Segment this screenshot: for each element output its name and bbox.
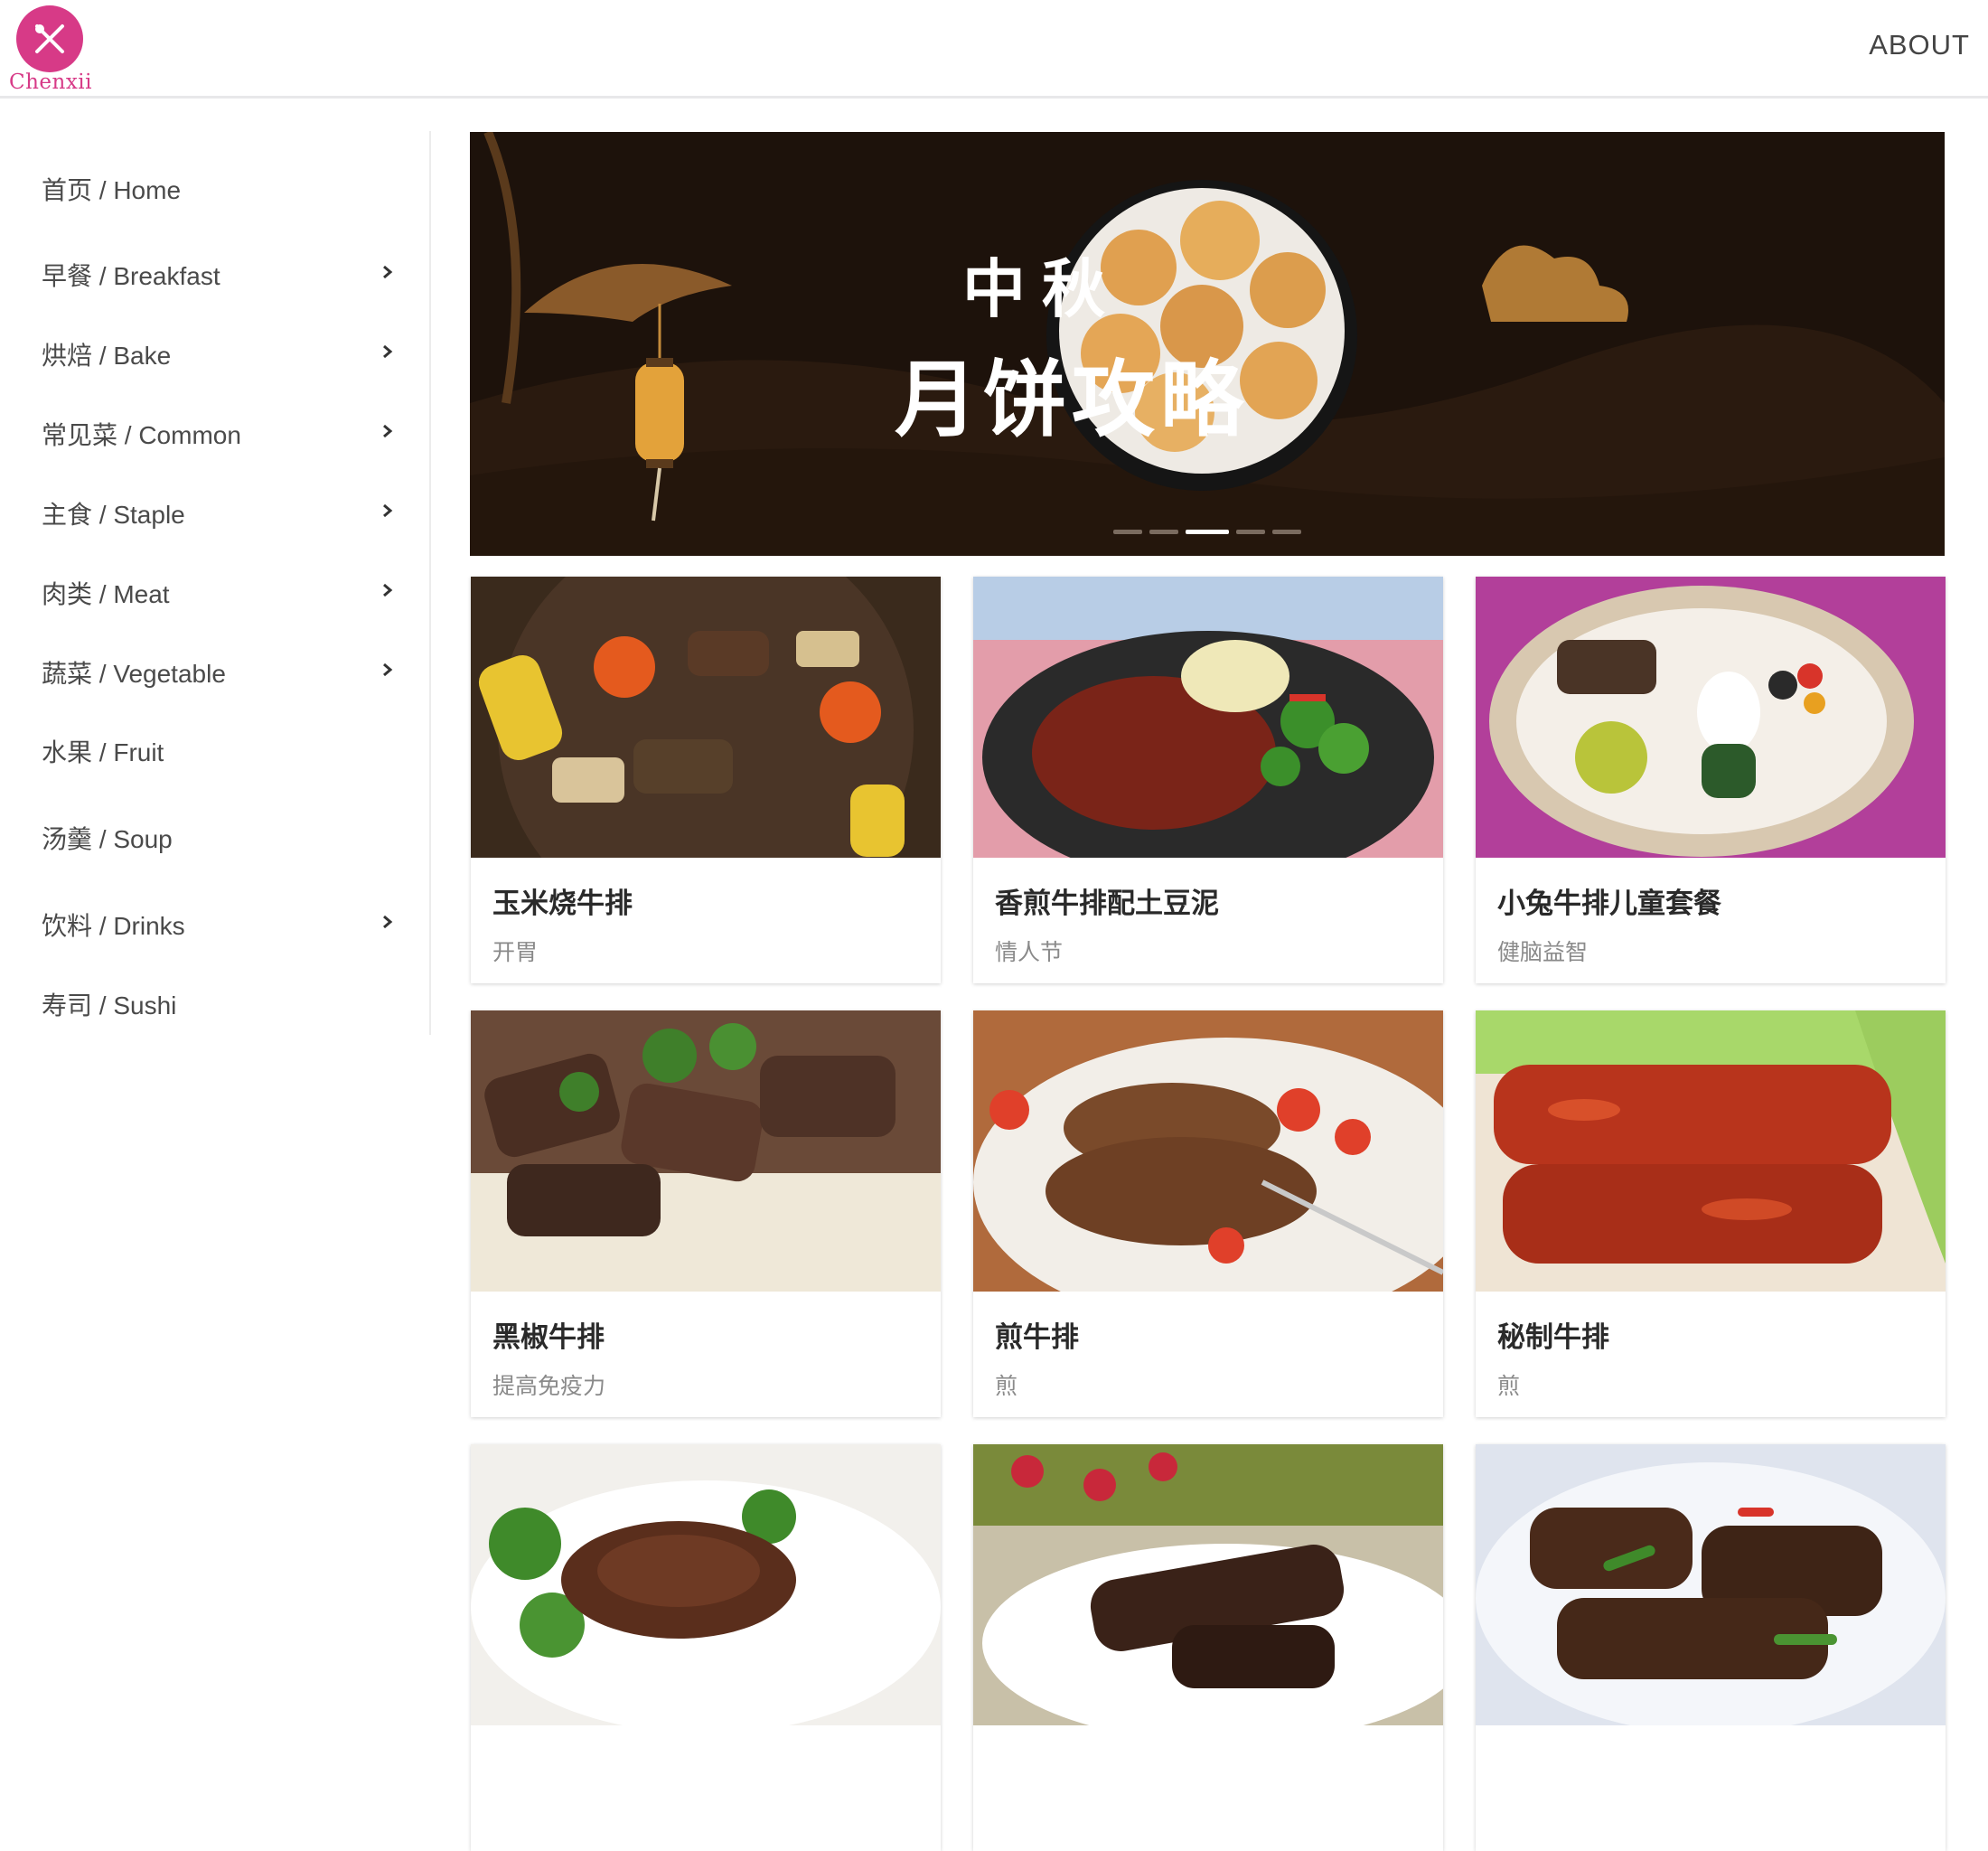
recipe-tag: 健脑益智 bbox=[1497, 940, 1589, 965]
logo-text: Chenxii bbox=[9, 70, 93, 94]
carousel-dot[interactable] bbox=[1272, 530, 1301, 534]
sidebar-item-label: 烘焙 / Bake bbox=[42, 342, 172, 370]
sidebar-item-label: 汤羹 / Soup bbox=[42, 825, 173, 853]
recipe-title: 黑椒牛排 bbox=[492, 1321, 605, 1353]
top-bar: Chenxii ABOUT bbox=[0, 0, 1988, 99]
recipe-image bbox=[973, 1444, 1443, 1725]
recipe-card[interactable]: 秘制牛排 煎 bbox=[1476, 1010, 1946, 1417]
sidebar-item-sushi[interactable]: 寿司 / Sushi bbox=[0, 973, 429, 1028]
sidebar-item-vegetable[interactable]: 蔬菜 / Vegetable bbox=[0, 642, 429, 696]
recipe-image bbox=[471, 1444, 941, 1725]
chevron-right-icon bbox=[383, 265, 393, 279]
sidebar-item-bake[interactable]: 烘焙 / Bake bbox=[0, 324, 429, 378]
recipe-card[interactable]: 黑椒牛排 提高免疫力 bbox=[471, 1010, 941, 1417]
recipe-card[interactable] bbox=[1476, 1444, 1946, 1851]
recipe-image bbox=[973, 577, 1443, 858]
carousel-dot[interactable] bbox=[1113, 530, 1142, 534]
sidebar-item-home[interactable]: 首页 / Home bbox=[0, 158, 429, 212]
banner-title-line1: 中秋 bbox=[962, 252, 1121, 326]
recipe-image bbox=[471, 1010, 941, 1292]
chevron-right-icon bbox=[383, 662, 393, 677]
recipe-card[interactable] bbox=[471, 1444, 941, 1851]
carousel-dot[interactable] bbox=[1236, 530, 1265, 534]
sidebar-item-label: 首页 / Home bbox=[42, 176, 182, 204]
recipe-tag: 提高免疫力 bbox=[492, 1374, 606, 1399]
recipe-tag: 情人节 bbox=[995, 940, 1064, 965]
sidebar-item-meat[interactable]: 肉类 / Meat bbox=[0, 562, 429, 616]
sidebar-item-staple[interactable]: 主食 / Staple bbox=[0, 483, 429, 537]
sidebar-item-label: 常见菜 / Common bbox=[42, 421, 241, 449]
recipe-image bbox=[1476, 1444, 1946, 1725]
recipe-tag: 煎 bbox=[995, 1374, 1018, 1399]
recipe-card[interactable]: 煎牛排 煎 bbox=[973, 1010, 1443, 1417]
sidebar-item-label: 寿司 / Sushi bbox=[42, 991, 177, 1019]
recipe-image bbox=[1476, 1010, 1946, 1292]
recipe-card[interactable]: 香煎牛排配土豆泥 情人节 bbox=[973, 577, 1443, 983]
chevron-right-icon bbox=[383, 503, 393, 518]
chevron-right-icon bbox=[383, 915, 393, 929]
logo[interactable]: Chenxii bbox=[9, 5, 117, 94]
recipe-card[interactable] bbox=[973, 1444, 1443, 1851]
sidebar-item-label: 水果 / Fruit bbox=[42, 738, 164, 766]
sidebar-item-common[interactable]: 常见菜 / Common bbox=[0, 403, 429, 457]
recipe-title: 玉米烧牛排 bbox=[492, 888, 633, 919]
sidebar-item-label: 饮料 / Drinks bbox=[42, 912, 185, 940]
sidebar-item-soup[interactable]: 汤羹 / Soup bbox=[0, 807, 429, 861]
sidebar-item-breakfast[interactable]: 早餐 / Breakfast bbox=[0, 244, 429, 298]
recipe-title: 小兔牛排儿童套餐 bbox=[1497, 888, 1721, 919]
recipe-card[interactable]: 小兔牛排儿童套餐 健脑益智 bbox=[1476, 577, 1946, 983]
sidebar-item-label: 主食 / Staple bbox=[42, 501, 185, 529]
recipe-title: 秘制牛排 bbox=[1497, 1321, 1609, 1353]
fork-knife-icon bbox=[16, 5, 83, 72]
recipe-image bbox=[973, 1010, 1443, 1292]
category-sidebar: 首页 / Home 早餐 / Breakfast 烘焙 / Bake 常见菜 /… bbox=[0, 131, 431, 1035]
recipe-image bbox=[471, 577, 941, 858]
chevron-right-icon bbox=[383, 583, 393, 597]
chevron-right-icon bbox=[383, 344, 393, 359]
sidebar-item-fruit[interactable]: 水果 / Fruit bbox=[0, 720, 429, 775]
recipe-tag: 开胃 bbox=[492, 940, 539, 965]
carousel-dot-active[interactable] bbox=[1186, 530, 1229, 534]
sidebar-item-label: 蔬菜 / Vegetable bbox=[42, 660, 226, 688]
recipe-title: 煎牛排 bbox=[995, 1321, 1079, 1353]
recipe-card[interactable]: 玉米烧牛排 开胃 bbox=[471, 577, 941, 983]
recipe-title: 香煎牛排配土豆泥 bbox=[995, 888, 1219, 919]
sidebar-item-label: 早餐 / Breakfast bbox=[42, 262, 220, 290]
banner-title-line2: 月饼攻略 bbox=[895, 352, 1250, 448]
recipe-tag: 煎 bbox=[1497, 1374, 1521, 1399]
about-link[interactable]: ABOUT bbox=[1869, 29, 1970, 61]
recipe-image bbox=[1476, 577, 1946, 858]
sidebar-item-label: 肉类 / Meat bbox=[42, 580, 170, 608]
banner-carousel[interactable]: 中秋 月饼攻略 bbox=[470, 132, 1945, 556]
chevron-right-icon bbox=[383, 424, 393, 438]
sidebar-item-drinks[interactable]: 饮料 / Drinks bbox=[0, 894, 429, 948]
carousel-dot[interactable] bbox=[1149, 530, 1178, 534]
